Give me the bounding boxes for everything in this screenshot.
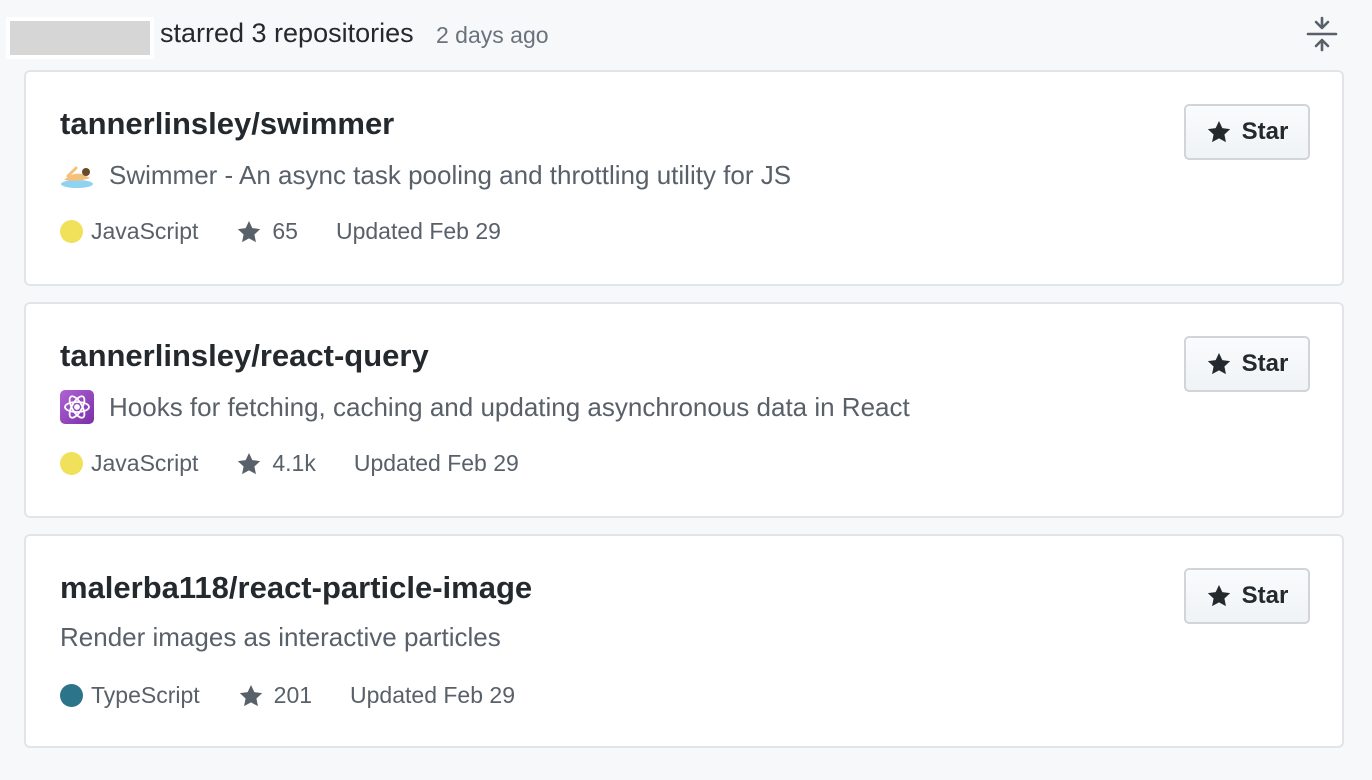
star-button[interactable]: Star <box>1184 104 1310 160</box>
star-button-label: Star <box>1241 350 1289 377</box>
repo-stargazers-link[interactable]: 65 <box>236 218 298 245</box>
star-icon <box>1207 120 1230 143</box>
event-action-text: starred 3 repositories <box>160 18 414 48</box>
repo-star-count: 4.1k <box>272 450 316 476</box>
repo-updated-date: Updated Feb 29 <box>335 218 501 244</box>
repo-card: malerba118/react-particle-image Render i… <box>24 534 1344 748</box>
repo-card: tannerlinsley/swimmer Swimmer - An async… <box>24 70 1344 286</box>
language-color-dot <box>60 452 83 475</box>
repo-description-text: Hooks for fetching, caching and updating… <box>109 391 910 422</box>
repo-language-label: JavaScript <box>91 218 199 244</box>
star-button[interactable]: Star <box>1184 568 1310 624</box>
star-icon <box>1207 352 1230 375</box>
repo-stargazers-link[interactable]: 201 <box>238 682 312 709</box>
swimmer-emoji-icon <box>60 158 94 192</box>
repo-language: JavaScript <box>60 450 198 477</box>
redacted-username <box>10 21 150 55</box>
repo-description: Swimmer - An async task pooling and thro… <box>60 158 791 192</box>
repo-name-link[interactable]: malerba118/react-particle-image <box>60 570 532 606</box>
repo-meta: JavaScript 4.1k Updated Feb 29 <box>60 450 519 477</box>
repo-meta: JavaScript 65 Updated Feb 29 <box>60 218 501 245</box>
repo-description: Hooks for fetching, caching and updating… <box>60 390 910 424</box>
repo-star-count: 201 <box>273 682 313 708</box>
repo-description-text: Render images as interactive particles <box>60 622 501 652</box>
repo-language-label: TypeScript <box>91 682 200 708</box>
star-icon <box>238 220 261 242</box>
fold-icon[interactable] <box>1304 16 1340 52</box>
repo-description: Render images as interactive particles <box>60 622 501 653</box>
star-icon <box>239 684 262 706</box>
repo-language: TypeScript <box>60 682 200 709</box>
star-button-label: Star <box>1241 582 1289 609</box>
atom-emoji-icon <box>60 390 94 424</box>
language-color-dot <box>60 220 83 243</box>
star-button[interactable]: Star <box>1184 336 1310 392</box>
language-color-dot <box>60 684 83 707</box>
repo-name-link[interactable]: tannerlinsley/swimmer <box>60 106 394 142</box>
star-icon <box>238 452 261 474</box>
repo-updated-date: Updated Feb 29 <box>353 450 519 476</box>
event-timestamp[interactable]: 2 days ago <box>436 22 549 49</box>
repo-updated-date: Updated Feb 29 <box>350 682 515 708</box>
star-button-label: Star <box>1241 118 1289 145</box>
repo-description-text: Swimmer - An async task pooling and thro… <box>109 159 792 190</box>
repo-stargazers-link[interactable]: 4.1k <box>236 450 316 477</box>
repo-star-count: 65 <box>272 218 298 244</box>
repo-name-link[interactable]: tannerlinsley/react-query <box>60 338 429 374</box>
repo-language-label: JavaScript <box>91 450 199 476</box>
repo-meta: TypeScript 201 Updated Feb 29 <box>60 682 515 709</box>
star-icon <box>1207 584 1230 607</box>
repo-card: tannerlinsley/react-query Hooks for fetc… <box>24 302 1344 518</box>
repo-language: JavaScript <box>60 218 198 245</box>
feed-event-header: starred 3 repositories 2 days ago <box>0 0 1372 70</box>
user-avatar-placeholder[interactable] <box>6 17 154 59</box>
